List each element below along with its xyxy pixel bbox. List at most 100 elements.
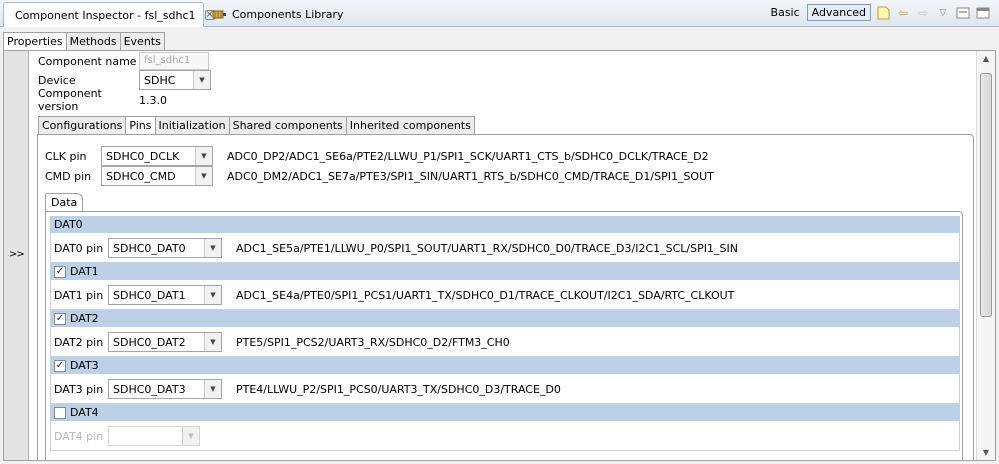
dat3-group-title: DAT3 (70, 359, 99, 372)
cmd-pin-function: ADC0_DM2/ADC1_SE7a/PTE3/SPI1_SIN/UART1_R… (227, 169, 714, 183)
scrollbar-thumb[interactable] (980, 73, 992, 317)
dat2-pin-select[interactable]: SDHC0_DAT2 ▼ (108, 332, 222, 352)
chevron-down-icon[interactable]: ▼ (204, 333, 221, 351)
component-icon (212, 10, 226, 19)
dat0-group-title: DAT0 (54, 218, 83, 231)
dat4-group-body: DAT4 pin ▼ (50, 421, 960, 451)
dat1-group-header: ✓ DAT1 (50, 263, 960, 280)
dat0-pin-row: DAT0 pin SDHC0_DAT0 ▼ ADC1_SE5a/PTE1/LLW… (54, 238, 738, 258)
version-row: Component version 1.3.0 (38, 87, 167, 113)
dat4-pin-select: ▼ (108, 426, 200, 446)
dat2-group-header: ✓ DAT2 (50, 310, 960, 327)
tab-inherited-components[interactable]: Inherited components (345, 116, 475, 135)
chevron-down-icon[interactable]: ▼ (193, 71, 210, 89)
dat3-pin-value: SDHC0_DAT3 (113, 382, 186, 396)
tab-shared-components[interactable]: Shared components (228, 116, 347, 135)
tab-methods[interactable]: Methods (65, 32, 121, 51)
dat4-group-title: DAT4 (70, 406, 99, 419)
pin-config-tabs: Configurations Pins Initialization Share… (38, 116, 475, 135)
maximize-icon[interactable] (975, 5, 991, 21)
dat1-pin-value: SDHC0_DAT1 (113, 288, 186, 302)
properties-frame: >> Component name fsl_sdhc1 Device SDHC … (3, 50, 996, 461)
dat2-pin-function: PTE5/SPI1_PCS2/UART3_RX/SDHC0_D2/FTM3_CH… (236, 335, 510, 349)
dat3-pin-label: DAT3 pin (54, 382, 104, 396)
dat4-checkbox[interactable] (54, 406, 66, 419)
tab-configurations[interactable]: Configurations (38, 116, 127, 135)
dat3-pin-select[interactable]: SDHC0_DAT3 ▼ (108, 379, 222, 399)
minimize-icon[interactable] (955, 5, 971, 21)
dat1-pin-row: DAT1 pin SDHC0_DAT1 ▼ ADC1_SE4a/PTE0/SPI… (54, 285, 734, 305)
vertical-scrollbar[interactable]: ▲ ▼ (976, 51, 995, 460)
dat2-group-body: DAT2 pin SDHC0_DAT2 ▼ PTE5/SPI1_PCS2/UAR… (50, 327, 960, 357)
dat0-pin-select[interactable]: SDHC0_DAT0 ▼ (108, 238, 222, 258)
version-label: Component version (38, 87, 102, 113)
component-name-field: fsl_sdhc1 (139, 52, 209, 70)
dat1-group-body: DAT1 pin SDHC0_DAT1 ▼ ADC1_SE4a/PTE0/SPI… (50, 280, 960, 310)
tab-components-library[interactable]: Components Library (206, 2, 350, 27)
dat1-pin-label: DAT1 pin (54, 288, 104, 302)
clk-pin-label: CLK pin (45, 149, 87, 163)
dat2-pin-value: SDHC0_DAT2 (113, 335, 186, 349)
dat2-checkbox[interactable]: ✓ (54, 312, 66, 325)
dat2-pin-label: DAT2 pin (54, 335, 104, 349)
tab-component-inspector[interactable]: Component Inspector - fsl_sdhc1 × (3, 2, 215, 27)
chevron-down-icon[interactable]: ▼ (204, 380, 221, 398)
component-name-label: Component name (38, 54, 137, 68)
clk-pin-function: ADC0_DP2/ADC1_SE6a/PTE2/LLWU_P1/SPI1_SCK… (227, 149, 709, 163)
chevron-down-icon[interactable]: ▼ (195, 147, 212, 165)
tab-properties[interactable]: Properties (3, 32, 67, 51)
device-select[interactable]: SDHC ▼ (139, 70, 211, 90)
view-menu-icon[interactable]: ▽ (935, 5, 951, 21)
cmd-pin-value: SDHC0_CMD (106, 169, 176, 183)
back-arrow-icon[interactable]: ⇦ (895, 5, 911, 21)
properties-tabs: Properties Methods Events (3, 32, 165, 51)
cmd-pin-label: CMD pin (45, 169, 92, 183)
scroll-down-icon[interactable]: ▼ (977, 448, 995, 457)
clk-pin-value: SDHC0_DCLK (106, 149, 180, 163)
dat3-checkbox[interactable]: ✓ (54, 359, 66, 372)
chevron-down-icon[interactable]: ▼ (204, 239, 221, 257)
dat0-pin-label: DAT0 pin (54, 241, 104, 255)
expand-icon[interactable]: >> (9, 249, 25, 260)
device-value: SDHC (144, 73, 176, 87)
tab-label: Component Inspector - fsl_sdhc1 (15, 8, 196, 22)
dat3-group-body: DAT3 pin SDHC0_DAT3 ▼ PTE4/LLWU_P2/SPI1_… (50, 374, 960, 404)
dat0-pin-function: ADC1_SE5a/PTE1/LLWU_P0/SPI1_SOUT/UART1_R… (236, 241, 738, 255)
advanced-button[interactable]: Advanced (806, 4, 871, 21)
dat4-pin-row: DAT4 pin ▼ (54, 426, 200, 446)
new-note-icon[interactable] (875, 5, 891, 21)
forward-arrow-icon[interactable]: ⇨ (915, 5, 931, 21)
dat1-pin-select[interactable]: SDHC0_DAT1 ▼ (108, 285, 222, 305)
dat3-pin-function: PTE4/LLWU_P2/SPI1_PCS0/UART3_TX/SDHC0_D3… (236, 382, 561, 396)
data-panel: DAT0 DAT0 pin SDHC0_DAT0 ▼ ADC1_SE5a/PTE… (45, 211, 963, 460)
scroll-up-icon[interactable]: ▲ (977, 54, 995, 63)
version-value: 1.3.0 (139, 93, 167, 107)
dat2-pin-row: DAT2 pin SDHC0_DAT2 ▼ PTE5/SPI1_PCS2/UAR… (54, 332, 510, 352)
tab-pins[interactable]: Pins (125, 116, 156, 135)
chevron-down-icon[interactable]: ▼ (204, 286, 221, 304)
expand-sidebar[interactable]: >> (4, 51, 29, 460)
dat0-group-header: DAT0 (50, 216, 960, 233)
dat1-checkbox[interactable]: ✓ (54, 265, 66, 278)
tab-events[interactable]: Events (119, 32, 165, 51)
pins-panel: CLK pin SDHC0_DCLK ▼ ADC0_DP2/ADC1_SE6a/… (37, 134, 974, 460)
tab-label: Components Library (232, 8, 344, 21)
tab-initialization[interactable]: Initialization (154, 116, 230, 135)
dat4-pin-label: DAT4 pin (54, 429, 104, 443)
view-tab-bar: Component Inspector - fsl_sdhc1 × Compon… (0, 0, 999, 27)
clk-pin-select[interactable]: SDHC0_DCLK ▼ (101, 146, 213, 166)
dat1-group-title: DAT1 (70, 265, 99, 278)
cmd-pin-row: CMD pin SDHC0_CMD ▼ ADC0_DM2/ADC1_SE7a/P… (45, 166, 714, 186)
dat3-group-header: ✓ DAT3 (50, 357, 960, 374)
chevron-down-icon: ▼ (182, 427, 199, 445)
dat2-group-title: DAT2 (70, 312, 99, 325)
component-name-row: Component name fsl_sdhc1 (38, 51, 209, 71)
view-toolbar: Basic Advanced ⇦ ⇨ ▽ (768, 4, 991, 21)
device-label: Device (38, 73, 76, 87)
basic-button[interactable]: Basic (768, 5, 803, 20)
tab-data[interactable]: Data (45, 193, 84, 212)
clk-pin-row: CLK pin SDHC0_DCLK ▼ ADC0_DP2/ADC1_SE6a/… (45, 146, 709, 166)
cmd-pin-select[interactable]: SDHC0_CMD ▼ (101, 166, 213, 186)
chevron-down-icon[interactable]: ▼ (195, 167, 212, 185)
dat0-group-body: DAT0 pin SDHC0_DAT0 ▼ ADC1_SE5a/PTE1/LLW… (50, 233, 960, 263)
